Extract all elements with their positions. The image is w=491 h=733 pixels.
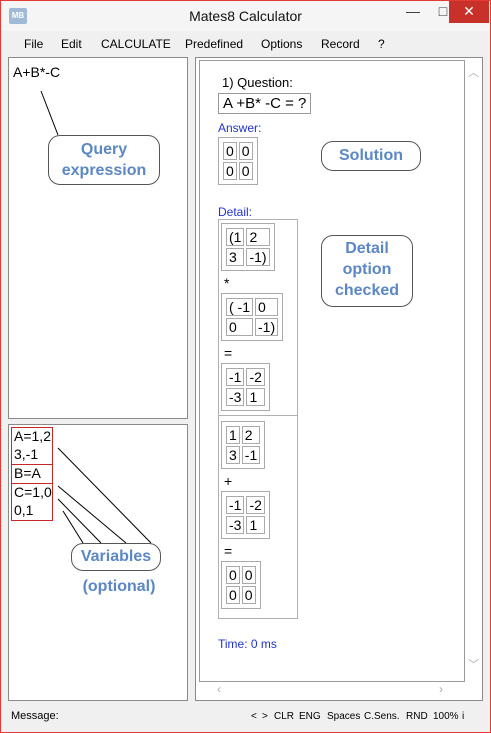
question-expression: A +B* -C = ? [218,93,312,114]
step2-operator: + [224,473,233,489]
minimize-button[interactable]: — [398,1,428,23]
status-clr[interactable]: CLR [274,711,294,722]
step2-result-matrix: 00 00 [221,561,261,609]
status-next[interactable]: > [262,711,268,722]
matrix-cell: 3 [226,446,240,464]
matrix-cell: 0 [238,162,253,180]
matrix-cell: ( -1 [226,298,253,316]
matrix-cell: (1 [226,228,245,246]
matrix-cell: 0 [241,566,256,584]
status-info[interactable]: i [462,711,464,722]
query-callout: Query expression [48,135,160,185]
callout-text: option [342,261,392,278]
matrix-cell: -1 [226,368,245,386]
callout-text: Variables [80,548,152,565]
optional-note: (optional) [82,578,156,595]
matrix-cell: 1 [226,426,240,444]
detail-frame [218,219,298,619]
menu-calculate[interactable]: CALCULATE [101,37,171,51]
step1-matrix-right: ( -1 0 0 -1) [221,293,284,341]
status-zoom[interactable]: 100% [433,711,459,722]
matrix-cell: 2 [246,228,270,246]
matrix-cell: 0 [223,162,237,180]
matrix-cell: -1 [241,446,261,464]
matrix-cell: -3 [226,516,245,534]
matrix-cell: 0 [255,298,279,316]
menu-options[interactable]: Options [261,37,302,51]
matrix-cell: 0 [238,142,253,160]
status-case-sensitive[interactable]: C.Sens. [364,711,400,722]
step1-operator: * [224,275,230,291]
calculator-window: MB Mates8 Calculator — □ ✕ File Edit CAL… [0,0,491,733]
matrix-cell: -2 [246,368,265,386]
scroll-down-icon[interactable]: ﹀ [468,656,479,672]
scroll-up-icon[interactable]: ︿ [468,64,479,80]
variable-line: 0,1 [14,502,34,518]
callout-text: Query [80,141,128,158]
close-button[interactable]: ✕ [449,1,489,23]
matrix-cell: 3 [226,248,245,266]
menu-record[interactable]: Record [321,37,360,51]
matrix-cell: 2 [241,426,261,444]
status-message-label: Message: [11,710,59,722]
title-bar: MB Mates8 Calculator — □ ✕ [1,1,490,31]
solution-callout: Solution [321,141,421,171]
variable-line: B=A [14,465,41,481]
scroll-right-icon[interactable]: › [439,682,443,696]
matrix-cell: 0 [241,586,256,604]
variables-callout: Variables [71,543,161,571]
matrix-cell: 1 [246,388,265,406]
detail-callout: Detail option checked [321,235,413,307]
menu-help[interactable]: ? [378,37,385,51]
status-rnd[interactable]: RND [406,711,428,722]
variable-line: A=1,2 [14,428,51,444]
matrix-cell: -3 [226,388,245,406]
callout-text: checked [334,282,400,299]
menu-file[interactable]: File [24,37,43,51]
question-label: 1) Question: [222,75,293,90]
step2-matrix-right: -1 -2 -3 1 [221,491,270,539]
step2-equals: = [224,543,233,559]
time-label: Time: 0 ms [218,637,277,651]
menu-bar: File Edit CALCULATE Predefined Options R… [1,33,490,55]
status-eng[interactable]: ENG [299,711,321,722]
variable-line: C=1,0 [14,484,52,500]
query-text: A+B*-C [13,64,61,80]
vertical-scrollbar[interactable]: ︿ ﹀ [466,64,480,674]
step1-equals: = [224,345,233,361]
status-prev[interactable]: < [251,711,257,722]
menu-predefined[interactable]: Predefined [185,37,243,51]
matrix-cell: 0 [226,586,240,604]
matrix-cell: 1 [246,516,265,534]
scroll-left-icon[interactable]: ‹ [217,682,221,696]
callout-text: expression [61,162,147,179]
matrix-cell: -2 [246,496,265,514]
answer-matrix: 00 00 [218,137,258,185]
matrix-cell: -1) [255,318,279,336]
callout-text: Detail [345,240,389,257]
detail-label: Detail: [218,205,253,219]
variables-list: A=1,2 3,-1 B=A C=1,0 0,1 [11,427,53,521]
step-divider [218,415,298,416]
menu-edit[interactable]: Edit [61,37,82,51]
matrix-cell: 0 [226,318,253,336]
matrix-cell: 0 [226,566,240,584]
matrix-cell: -1) [246,248,270,266]
matrix-cell: -1 [226,496,245,514]
step1-result-matrix: -1 -2 -3 1 [221,363,270,411]
callout-text: Solution [339,147,403,164]
matrix-cell: 0 [223,142,237,160]
step2-matrix-left: 12 3 -1 [221,421,266,469]
horizontal-scrollbar[interactable]: ‹ › [199,682,465,698]
answer-label: Answer: [218,121,262,135]
status-spaces[interactable]: Spaces [327,711,360,722]
step1-matrix-left: (1 2 3 -1) [221,223,275,271]
status-bar: Message: < > CLR ENG Spaces C.Sens. RND … [1,704,490,732]
query-input[interactable]: A+B*-C [8,57,188,419]
variable-line: 3,-1 [14,446,39,462]
